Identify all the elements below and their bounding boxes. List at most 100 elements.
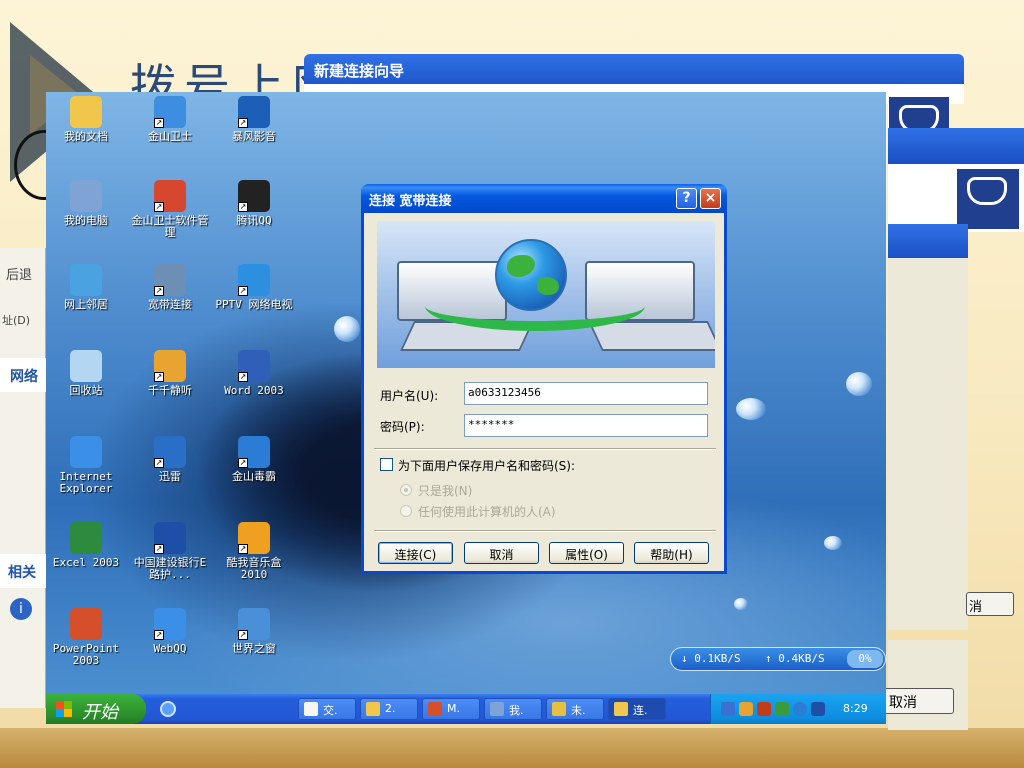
dialog-title: 连接 宽带连接 xyxy=(369,194,452,209)
taskbar-button[interactable]: 交. xyxy=(298,698,356,720)
globe-icon xyxy=(495,239,567,311)
start-button[interactable]: 开始 xyxy=(46,694,146,724)
wizard-cancel-button[interactable]: 取消 xyxy=(884,688,954,714)
cancel-button[interactable]: 取消 xyxy=(464,542,539,564)
desktop-icon[interactable]: ↗ WebQQ xyxy=(130,608,210,655)
paint-icon xyxy=(552,702,566,716)
security-tray-icon[interactable] xyxy=(757,702,771,716)
network-tray-icon[interactable] xyxy=(721,702,735,716)
taskbar-button[interactable]: 我. xyxy=(484,698,542,720)
wizard-cancel-button[interactable]: 消 xyxy=(966,592,1014,616)
taskbar-button[interactable]: 连. xyxy=(608,698,666,720)
desktop-icon[interactable]: ↗ 酷我音乐盒2010 xyxy=(214,522,294,581)
slide-bottom-band xyxy=(0,728,1024,768)
wizard-body-4 xyxy=(888,640,968,730)
desktop-icon[interactable]: ↗ 中国建设银行E路护... xyxy=(130,522,210,581)
windows-logo-icon xyxy=(56,701,72,717)
word-icon: ↗ xyxy=(238,350,270,382)
desktop-icon-label: 迅雷 xyxy=(159,470,181,483)
shortcut-arrow-icon: ↗ xyxy=(238,372,248,382)
taskbar-button[interactable]: 未. xyxy=(546,698,604,720)
desktop-icon-label: 暴风影音 xyxy=(232,130,276,143)
password-input[interactable]: ******* xyxy=(464,414,708,437)
taskbar-button-label: 交. xyxy=(323,704,338,717)
shortcut-arrow-icon: ↗ xyxy=(238,286,248,296)
desktop-icon-label: PowerPoint 2003 xyxy=(52,642,120,667)
desktop-icon[interactable]: ↗ 世界之窗 xyxy=(214,608,294,655)
shortcut-arrow-icon: ↗ xyxy=(238,202,248,212)
desktop-icon[interactable]: ↗ 金山卫士软件管理 xyxy=(130,180,210,239)
doc-icon xyxy=(304,702,318,716)
desktop-icon[interactable]: ↗ 腾讯QQ xyxy=(214,180,294,227)
desktop-icon[interactable]: ↗ 金山毒霸 xyxy=(214,436,294,483)
taskbar-button[interactable]: M. xyxy=(422,698,480,720)
properties-button[interactable]: 属性(O) xyxy=(549,542,624,564)
related-places-header: 相关 xyxy=(0,554,46,588)
username-input[interactable]: a0633123456 xyxy=(464,382,708,405)
shortcut-arrow-icon: ↗ xyxy=(154,286,164,296)
desktop-icon[interactable]: 我的电脑 xyxy=(46,180,126,227)
wizard-body-3 xyxy=(888,258,968,630)
baofeng-player-icon: ↗ xyxy=(238,96,270,128)
pptv-icon: ↗ xyxy=(238,264,270,296)
quicklaunch-ie-icon[interactable] xyxy=(160,701,176,717)
shortcut-arrow-icon: ↗ xyxy=(154,372,164,382)
radio-anyone[interactable] xyxy=(400,505,412,517)
download-speed: ↓ 0.1KB/S xyxy=(681,652,741,665)
desktop-icon[interactable]: ↗ PPTV 网络电视 xyxy=(214,264,294,311)
desktop-icon[interactable]: Excel 2003 xyxy=(46,522,126,569)
antivirus-tray-icon[interactable] xyxy=(811,702,825,716)
desktop-icon[interactable]: 网上邻居 xyxy=(46,264,126,311)
desktop-icon[interactable]: ↗ Word 2003 xyxy=(214,350,294,397)
radio-only-me[interactable] xyxy=(400,484,412,496)
water-drop xyxy=(736,398,766,420)
desktop-icon[interactable]: ↗ 暴风影音 xyxy=(214,96,294,143)
desktop-icon-label: 世界之窗 xyxy=(232,642,276,655)
desktop-icon-label: Word 2003 xyxy=(224,384,284,397)
powerpoint-icon xyxy=(428,702,442,716)
back-button[interactable]: 后退 xyxy=(6,264,32,283)
desktop-icon[interactable]: 回收站 xyxy=(46,350,126,397)
radio-anyone-label: 任何使用此计算机的人(A) xyxy=(418,505,556,519)
broadband-connection-icon: ↗ xyxy=(154,264,186,296)
taskbar-button-label: 2. xyxy=(385,702,396,715)
desktop-icon[interactable]: ↗ 金山卫士 xyxy=(130,96,210,143)
dialog-titlebar[interactable]: 连接 宽带连接 ? × xyxy=(361,184,727,213)
upload-arrow-icon: ↑ xyxy=(765,652,772,665)
excel-icon xyxy=(70,522,102,554)
my-computer-icon xyxy=(70,180,102,212)
desktop-icon[interactable]: ↗ 宽带连接 xyxy=(130,264,210,311)
desktop-icon[interactable]: ↗ 千千静听 xyxy=(130,350,210,397)
desktop-icon-label: 我的文档 xyxy=(64,130,108,143)
desktop-icon-label: WebQQ xyxy=(153,642,187,655)
save-credentials-checkbox[interactable] xyxy=(380,458,393,471)
separator xyxy=(374,530,716,532)
desktop-icon-label: 回收站 xyxy=(69,384,103,397)
shortcut-arrow-icon: ↗ xyxy=(238,118,248,128)
software-manager-icon: ↗ xyxy=(154,180,186,212)
username-label: 用户名(U): xyxy=(380,389,439,403)
taskbar-button-label: 未. xyxy=(571,704,586,717)
qq-tray-icon[interactable] xyxy=(739,702,753,716)
password-label: 密码(P): xyxy=(380,420,425,434)
desktop-icon[interactable]: PowerPoint 2003 xyxy=(46,608,126,667)
kuwo-music-icon: ↗ xyxy=(238,522,270,554)
usage-percent: 0% xyxy=(847,650,883,668)
help-icon[interactable]: ? xyxy=(676,188,697,209)
desktop-icon-label: 网上邻居 xyxy=(64,298,108,311)
taskbar-button-label: 连. xyxy=(633,704,648,717)
desktop-icon-label: Excel 2003 xyxy=(52,556,120,569)
desktop-icon[interactable]: ↗ 迅雷 xyxy=(130,436,210,483)
desktop-icon-label: 金山毒霸 xyxy=(232,470,276,483)
help-button[interactable]: 帮助(H) xyxy=(634,542,709,564)
network-speed-widget: ↓ 0.1KB/S ↑ 0.4KB/S 0% xyxy=(670,647,886,671)
close-icon[interactable]: × xyxy=(700,188,721,209)
desktop-icon[interactable]: 我的文档 xyxy=(46,96,126,143)
taskbar-button[interactable]: 2. xyxy=(360,698,418,720)
shield-tray-icon[interactable] xyxy=(793,702,807,716)
connect-button[interactable]: 连接(C) xyxy=(378,542,453,564)
person-icon xyxy=(490,702,504,716)
shortcut-arrow-icon: ↗ xyxy=(154,118,164,128)
desktop-icon[interactable]: Internet Explorer xyxy=(46,436,126,495)
update-tray-icon[interactable] xyxy=(775,702,789,716)
